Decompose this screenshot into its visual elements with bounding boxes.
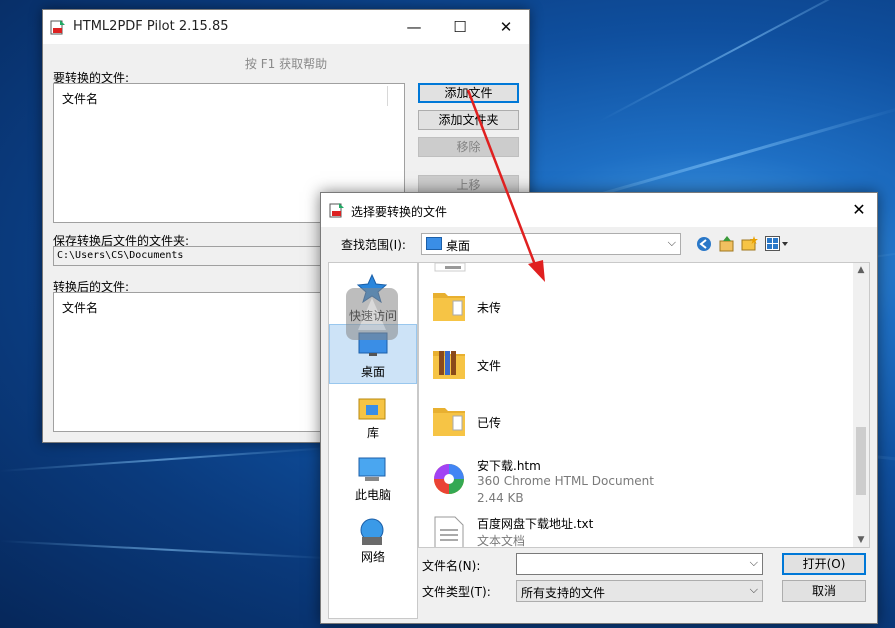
html-file-icon (434, 464, 464, 494)
computer-icon (358, 457, 386, 481)
cancel-button[interactable]: 取消 (782, 580, 866, 602)
folder-icon (433, 408, 465, 436)
dialog-titlebar[interactable]: 选择要转换的文件 ✕ (321, 193, 877, 227)
filename-label: 文件名(N): (422, 559, 481, 573)
minimize-button[interactable]: — (391, 10, 437, 44)
column-separator[interactable] (387, 86, 388, 106)
file-name: 百度网盘下载地址.txt (477, 517, 594, 531)
add-file-button[interactable]: 添加文件 (418, 83, 519, 103)
look-in-dropdown[interactable]: 桌面 ⌵ (421, 233, 681, 255)
look-in-value: 桌面 (446, 239, 471, 253)
file-size: 2.44 KB (477, 491, 524, 505)
remove-button[interactable]: 移除 (418, 137, 519, 157)
scrollbar-thumb[interactable] (856, 427, 866, 495)
open-button[interactable]: 打开(O) (782, 553, 866, 575)
place-label: 网络 (360, 550, 385, 564)
filetype-dropdown[interactable]: 所有支持的文件 ⌵ (516, 580, 763, 602)
text-file-icon (434, 516, 464, 547)
chevron-down-icon[interactable]: ⌵ (668, 236, 676, 250)
scroll-down-arrow-icon[interactable]: ▼ (853, 535, 869, 545)
chevron-down-icon[interactable]: ⌵ (750, 556, 758, 570)
watermark-logo (346, 288, 398, 340)
list-item[interactable]: 百度网盘下载地址.txt 文本文档 (431, 511, 851, 548)
maximize-button[interactable]: ☐ (437, 10, 483, 44)
place-network[interactable]: 网络 (329, 515, 417, 567)
add-folder-button[interactable]: 添加文件夹 (418, 110, 519, 130)
library-icon (358, 398, 386, 420)
close-button[interactable]: ✕ (483, 10, 529, 44)
file-name: 安下载.htm (477, 459, 541, 473)
file-list-scrollbar[interactable]: ▲ ▼ (853, 263, 869, 547)
open-file-dialog: 选择要转换的文件 ✕ 查找范围(I): 桌面 ⌵ 快速访问 (320, 192, 878, 624)
filetype-value: 所有支持的文件 (521, 586, 606, 600)
place-label: 此电脑 (354, 488, 391, 502)
place-label: 库 (366, 426, 379, 440)
filetype-label: 文件类型(T): (422, 585, 491, 599)
list-item[interactable]: 安下载.htm 360 Chrome HTML Document 2.44 KB (431, 453, 851, 505)
converted-filename-column-header[interactable]: 文件名 (62, 299, 98, 316)
main-window-title: HTML2PDF Pilot 2.15.85 (73, 19, 229, 34)
dialog-close-button[interactable]: ✕ (841, 193, 877, 227)
chevron-down-icon[interactable]: ⌵ (750, 583, 758, 597)
app-icon (329, 203, 344, 218)
file-description: 360 Chrome HTML Document (477, 474, 654, 488)
up-folder-icon[interactable] (719, 235, 735, 252)
look-in-label: 查找范围(I): (341, 238, 406, 252)
file-name: 已传 (477, 416, 502, 430)
network-icon (360, 518, 384, 545)
filename-column-header[interactable]: 文件名 (62, 90, 98, 107)
dialog-title: 选择要转换的文件 (351, 205, 448, 219)
place-this-pc[interactable]: 此电脑 (329, 453, 417, 505)
list-item[interactable]: 已传 (431, 396, 851, 448)
converted-files-list[interactable]: 文件名 (53, 292, 325, 432)
place-libraries[interactable]: 库 (329, 391, 417, 443)
place-label: 桌面 (360, 365, 385, 379)
filename-input[interactable]: ⌵ (516, 553, 763, 575)
partial-item-icon (434, 263, 466, 272)
new-folder-icon[interactable] (741, 235, 758, 252)
app-icon (50, 20, 65, 35)
file-description: 文本文档 (477, 534, 526, 548)
main-titlebar[interactable]: HTML2PDF Pilot 2.15.85 — ☐ ✕ (43, 10, 529, 44)
scroll-up-arrow-icon[interactable]: ▲ (853, 265, 869, 275)
view-menu-icon[interactable] (765, 236, 789, 251)
desktop-icon (426, 237, 442, 250)
back-icon[interactable] (696, 236, 712, 252)
output-folder-field[interactable]: C:\Users\CS\Documents (53, 246, 328, 266)
